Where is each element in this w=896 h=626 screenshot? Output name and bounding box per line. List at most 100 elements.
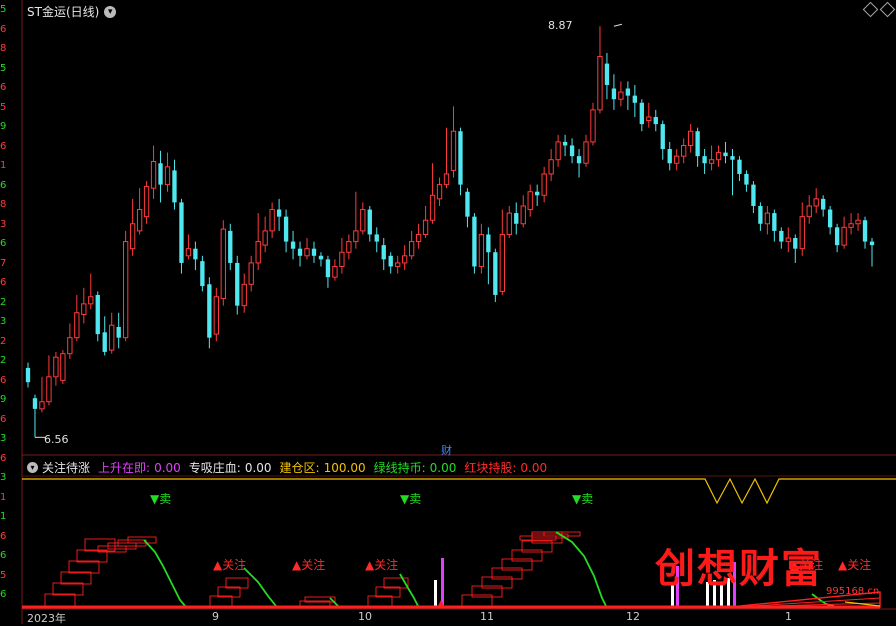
candle-body-down [493, 252, 498, 295]
red-block [52, 582, 84, 596]
y-axis-digit: 6 [0, 82, 7, 93]
candle-body-down [834, 227, 840, 246]
red-block [44, 593, 76, 607]
candle-body-up [799, 216, 805, 250]
candle-body-down [102, 332, 107, 352]
candle-body-up [269, 209, 275, 232]
watch-signal: ▲关注 [292, 558, 326, 572]
indicator-header[interactable]: ▾ 关注待涨 上升在即: 0.00 专吸庄血: 0.00 建仓区: 100.00… [27, 459, 547, 476]
candle-body-down [95, 294, 100, 335]
candle-body-down [172, 170, 177, 203]
candle-body-down [200, 261, 205, 287]
high-price-label: 8.87 [548, 19, 573, 32]
candle-body-down [632, 95, 638, 103]
indicator-item-value: 100.00 [323, 460, 366, 475]
candle-body-down [318, 255, 324, 260]
indicator-item-value: 0.00 [429, 460, 457, 475]
candle-body-down [283, 216, 289, 242]
green-line [243, 567, 277, 607]
candle-body-up [590, 109, 596, 143]
candle-body-up [88, 296, 94, 305]
candle-body-up [255, 241, 261, 264]
candle-body-down [297, 248, 303, 256]
y-axis-digit: 9 [0, 121, 7, 132]
high-pointer [613, 23, 623, 27]
candle-body-up [646, 116, 652, 122]
low-price-label: 6.56 [44, 433, 69, 446]
candle-body-up [674, 155, 680, 164]
candle-body-up [841, 226, 847, 246]
candle-body-down [751, 184, 756, 206]
white-bar [434, 580, 437, 607]
candle-body-down [311, 248, 317, 256]
red-block [217, 586, 241, 598]
watch-signal: ▲关注 [838, 558, 872, 572]
y-axis-digit: 1 [0, 160, 7, 171]
candle-body-up [597, 55, 603, 111]
candle-body-up [429, 194, 436, 221]
chart-title[interactable]: ST金运(日线) ▾ [27, 3, 117, 20]
watch-signal: ▲关注 [365, 558, 399, 572]
candle-body-down [695, 131, 700, 157]
candle-body-up [715, 152, 722, 161]
candle-body-up [785, 237, 791, 243]
x-axis-label: 10 [358, 610, 372, 623]
sell-signal: ▼卖 [572, 492, 594, 506]
candle-body-up [527, 191, 533, 211]
candle-body-up [304, 248, 310, 257]
indicator-item-label: 绿线持币: [373, 461, 426, 475]
candle-body-up [848, 223, 854, 228]
candle-body-down [465, 191, 470, 217]
candle-body-up [415, 233, 422, 243]
y-axis-digit: 6 [0, 530, 7, 542]
y-axis-digit: 6 [0, 589, 7, 600]
candle-body-up [262, 230, 268, 246]
y-axis-digit: 6 [0, 277, 7, 288]
chart-canvas[interactable] [0, 0, 896, 624]
y-axis-digit: 3 [0, 218, 7, 230]
y-axis-digit: 6 [0, 238, 7, 249]
candle-body-up [583, 141, 589, 164]
watch-signal: ▲关注 [213, 558, 247, 572]
candle-body-up [248, 262, 254, 285]
candle-body-down [374, 234, 379, 242]
candle-body-down [116, 326, 121, 338]
chevron-down-icon[interactable]: ▾ [104, 5, 117, 18]
candle-body-up [422, 219, 429, 235]
candle-body-down [625, 88, 631, 96]
y-axis-digit: 5 [0, 62, 7, 74]
financial-report-marker[interactable]: 财 [441, 442, 452, 458]
candle-body-up [506, 212, 512, 235]
candle-body-up [220, 228, 226, 300]
candle-body-up [136, 209, 143, 232]
y-axis-digit: 6 [0, 550, 7, 561]
candle-body-up [185, 248, 192, 257]
y-axis-digit: 2 [0, 355, 7, 366]
y-axis-digit: 5 [0, 4, 7, 15]
green-line [399, 573, 419, 607]
candle-body-up [213, 296, 219, 335]
red-block [68, 560, 100, 574]
y-axis-digit: 6 [0, 452, 7, 464]
indicator-item-label: 建仓区: [279, 461, 320, 475]
y-axis-digit: 1 [0, 491, 7, 503]
indicator-item-label: 红块持股: [464, 461, 517, 475]
candle-body-up [443, 173, 450, 186]
candle-body-up [129, 223, 136, 250]
candle-body-down [486, 234, 491, 253]
candle-body-down [179, 202, 184, 263]
candle-body-down [744, 173, 749, 185]
candle-body-up [332, 265, 338, 278]
candle-body-down [458, 131, 463, 185]
magenta-bar [441, 558, 444, 607]
candle-body-up [401, 255, 408, 264]
candle-body-up [555, 141, 561, 161]
candle-body-down [779, 230, 784, 242]
x-axis-label: 12 [626, 610, 640, 623]
candle-body-up [339, 251, 345, 267]
y-axis-digit: 8 [0, 199, 7, 210]
candle-body-down [660, 124, 665, 150]
candle-body-down [862, 220, 868, 242]
chevron-down-icon[interactable]: ▾ [27, 462, 38, 473]
stock-title-label: ST金运(日线) [27, 5, 100, 19]
